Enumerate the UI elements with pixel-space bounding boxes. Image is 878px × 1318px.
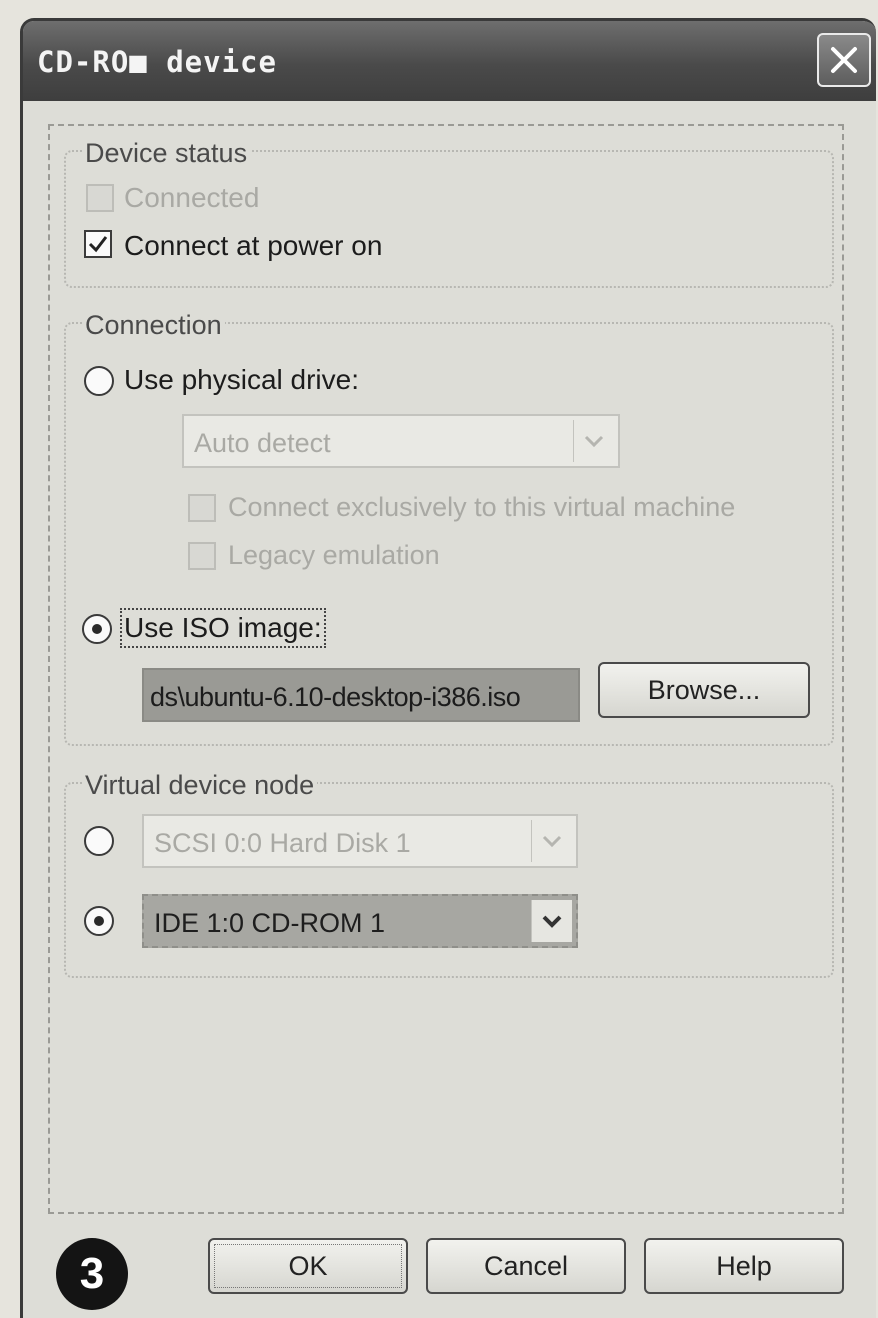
physical-drive-dropdown[interactable] bbox=[573, 420, 614, 462]
iso-path-field[interactable]: ds\ubuntu-6.10-desktop-i386.iso bbox=[142, 668, 580, 722]
ide-node-radio[interactable] bbox=[84, 906, 114, 936]
use-physical-drive-radio[interactable] bbox=[84, 366, 114, 396]
physical-drive-value: Auto detect bbox=[194, 428, 331, 458]
scsi-node-dropdown[interactable] bbox=[531, 820, 572, 862]
chevron-down-icon bbox=[584, 435, 604, 448]
virtual-device-node-group bbox=[64, 782, 834, 978]
connection-title: Connection bbox=[82, 310, 225, 341]
step-number-badge: 3 bbox=[56, 1238, 128, 1310]
scsi-node-select[interactable]: SCSI 0:0 Hard Disk 1 bbox=[142, 814, 578, 868]
use-physical-drive-label: Use physical drive: bbox=[124, 364, 359, 395]
help-button[interactable]: Help bbox=[644, 1238, 844, 1294]
scsi-node-radio[interactable] bbox=[84, 826, 114, 856]
physical-drive-select[interactable]: Auto detect bbox=[182, 414, 620, 468]
chevron-down-icon bbox=[542, 835, 562, 848]
device-status-title: Device status bbox=[82, 138, 251, 169]
ide-node-value: IDE 1:0 CD-ROM 1 bbox=[154, 908, 386, 938]
cancel-label: Cancel bbox=[483, 1251, 569, 1281]
ide-node-select[interactable]: IDE 1:0 CD-ROM 1 bbox=[142, 894, 578, 948]
title-bar[interactable]: CD-RO■ device bbox=[23, 21, 876, 101]
browse-button[interactable]: Browse... bbox=[598, 662, 810, 718]
scsi-node-value: SCSI 0:0 Hard Disk 1 bbox=[154, 828, 411, 858]
connect-at-power-on-label: Connect at power on bbox=[124, 230, 383, 261]
connect-at-power-on-checkbox[interactable] bbox=[84, 230, 112, 258]
use-iso-image-label: Use ISO image: bbox=[120, 608, 326, 648]
browse-label: Browse... bbox=[647, 675, 761, 705]
use-iso-image-radio[interactable] bbox=[82, 614, 112, 644]
window-title: CD-RO■ device bbox=[37, 45, 277, 79]
cancel-button[interactable]: Cancel bbox=[426, 1238, 626, 1294]
device-status-group bbox=[64, 150, 834, 288]
connect-exclusively-label: Connect exclusively to this virtual mach… bbox=[228, 492, 736, 522]
chevron-down-icon bbox=[542, 915, 562, 928]
legacy-emulation-label: Legacy emulation bbox=[228, 540, 440, 570]
connected-checkbox[interactable] bbox=[86, 184, 114, 212]
ok-button[interactable]: OK bbox=[208, 1238, 408, 1294]
virtual-device-node-title: Virtual device node bbox=[82, 770, 318, 801]
connect-exclusively-checkbox[interactable] bbox=[188, 494, 216, 522]
radio-selected-dot bbox=[94, 916, 104, 926]
iso-path-value: ds\ubuntu-6.10-desktop-i386.iso bbox=[150, 682, 521, 712]
focus-ring bbox=[214, 1244, 402, 1288]
legacy-emulation-checkbox[interactable] bbox=[188, 542, 216, 570]
close-button[interactable] bbox=[817, 33, 871, 87]
connected-label: Connected bbox=[124, 182, 260, 213]
checkmark-icon bbox=[88, 236, 108, 253]
radio-selected-dot bbox=[92, 624, 102, 634]
ide-node-dropdown[interactable] bbox=[531, 900, 572, 942]
close-icon bbox=[831, 47, 857, 73]
help-label: Help bbox=[716, 1251, 772, 1281]
